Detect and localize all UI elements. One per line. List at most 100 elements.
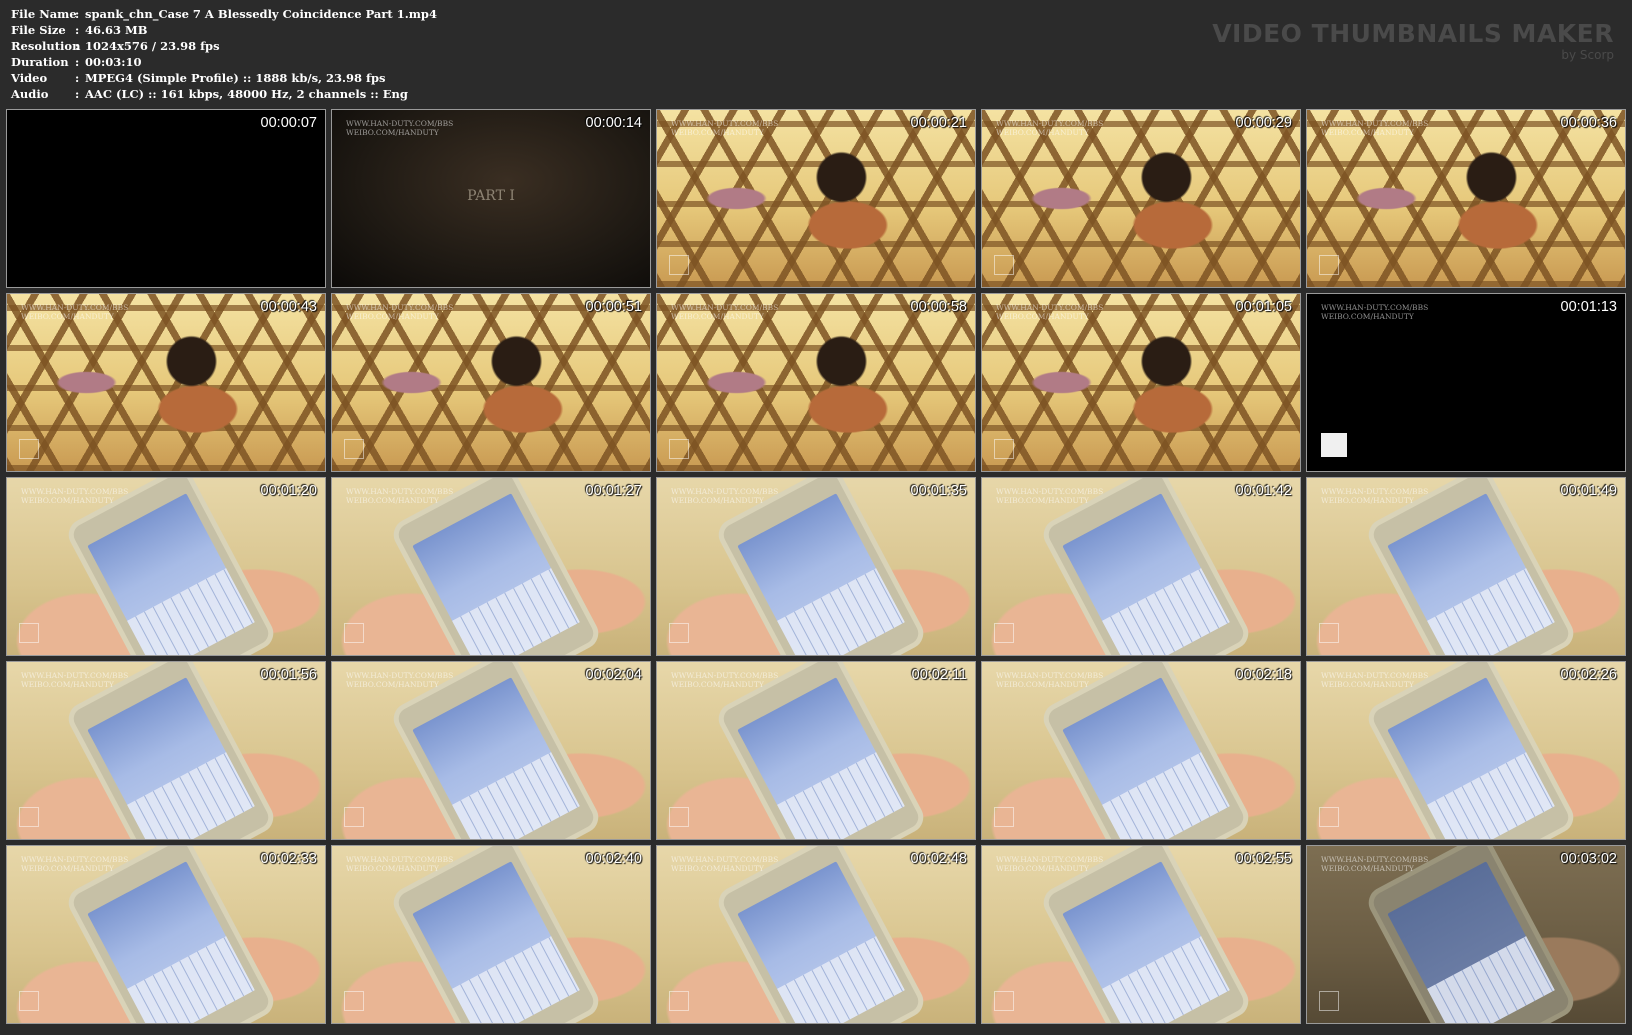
video-thumbnail: WWW.HAN-DUTY.COM/BBS WEIBO.COM/HANDUTY 00… <box>656 293 976 472</box>
watermark-stamp-icon <box>994 807 1014 827</box>
info-value: AAC (LC) :: 161 kbps, 48000 Hz, 2 channe… <box>85 87 408 101</box>
watermark-stamp-icon <box>669 807 689 827</box>
video-thumbnail: WWW.HAN-DUTY.COM/BBS WEIBO.COM/HANDUTY 00… <box>331 477 651 656</box>
phone-keyboard <box>1102 752 1230 839</box>
brand-logo: VIDEO THUMBNAILS MAKER by Scorp <box>1212 20 1614 63</box>
phone-keyboard <box>1427 936 1555 1023</box>
phone-screen <box>87 677 255 839</box>
video-thumbnail: WWW.HAN-DUTY.COM/BBS WEIBO.COM/HANDUTY 00… <box>1306 109 1626 288</box>
watermark-stamp-icon <box>1319 991 1339 1011</box>
video-thumbnail: WWW.HAN-DUTY.COM/BBS WEIBO.COM/HANDUTY 00… <box>6 845 326 1024</box>
video-thumbnail: WWW.HAN-DUTY.COM/BBS WEIBO.COM/HANDUTY 00… <box>981 109 1301 288</box>
video-thumbnail: WWW.HAN-DUTY.COM/BBS WEIBO.COM/HANDUTY 00… <box>981 661 1301 840</box>
watermark-text: WWW.HAN-DUTY.COM/BBS WEIBO.COM/HANDUTY <box>996 303 1104 321</box>
thumbnail-timestamp: 00:02:04 <box>585 667 642 683</box>
thumbnail-timestamp: 00:02:55 <box>1235 851 1292 867</box>
watermark-stamp-icon <box>669 439 689 459</box>
info-row-resolution: Resolution : 1024x576 / 23.98 fps <box>11 38 437 54</box>
video-thumbnail: WWW.HAN-DUTY.COM/BBS WEIBO.COM/HANDUTY 00… <box>331 845 651 1024</box>
phone-screen <box>412 861 580 1023</box>
watermark-text: WWW.HAN-DUTY.COM/BBS WEIBO.COM/HANDUTY <box>996 671 1104 689</box>
phone-keyboard <box>777 568 905 655</box>
watermark-text: WWW.HAN-DUTY.COM/BBS WEIBO.COM/HANDUTY <box>346 303 454 321</box>
thumbnail-timestamp: 00:00:14 <box>585 115 642 131</box>
phone-screen <box>737 861 905 1023</box>
video-thumbnail: WWW.HAN-DUTY.COM/BBS WEIBO.COM/HANDUTY 00… <box>656 109 976 288</box>
info-value: MPEG4 (Simple Profile) :: 1888 kb/s, 23.… <box>85 71 386 85</box>
watermark-stamp-icon <box>344 991 364 1011</box>
phone-screen <box>87 493 255 655</box>
info-value: 46.63 MB <box>85 23 148 37</box>
info-key: File Size <box>11 23 66 37</box>
watermark-text: WWW.HAN-DUTY.COM/BBS WEIBO.COM/HANDUTY <box>996 855 1104 873</box>
watermark-text: WWW.HAN-DUTY.COM/BBS WEIBO.COM/HANDUTY <box>346 855 454 873</box>
thumbnail-timestamp: 00:00:07 <box>260 115 317 131</box>
watermark-stamp-icon <box>669 991 689 1011</box>
info-separator: : <box>75 71 80 85</box>
info-separator: : <box>75 23 80 37</box>
watermark-stamp-icon <box>1321 433 1347 457</box>
watermark-stamp-icon <box>1319 623 1339 643</box>
watermark-stamp-icon <box>994 439 1014 459</box>
phone-keyboard <box>452 752 580 839</box>
thumbnail-timestamp: 00:00:29 <box>1235 115 1292 131</box>
phone-screen <box>412 493 580 655</box>
info-value: 00:03:10 <box>85 55 142 69</box>
phone-keyboard <box>452 936 580 1023</box>
watermark-text: WWW.HAN-DUTY.COM/BBS WEIBO.COM/HANDUTY <box>346 119 454 137</box>
watermark-text: WWW.HAN-DUTY.COM/BBS WEIBO.COM/HANDUTY <box>21 487 129 505</box>
watermark-text: WWW.HAN-DUTY.COM/BBS WEIBO.COM/HANDUTY <box>1321 855 1429 873</box>
thumbnail-timestamp: 00:02:48 <box>910 851 967 867</box>
phone-keyboard <box>1427 568 1555 655</box>
watermark-text: WWW.HAN-DUTY.COM/BBS WEIBO.COM/HANDUTY <box>346 671 454 689</box>
video-thumbnail: WWW.HAN-DUTY.COM/BBS WEIBO.COM/HANDUTY 00… <box>1306 661 1626 840</box>
thumbnail-timestamp: 00:02:11 <box>911 667 967 683</box>
thumbnail-timestamp: 00:00:36 <box>1560 115 1617 131</box>
watermark-stamp-icon <box>19 991 39 1011</box>
phone-keyboard <box>127 752 255 839</box>
info-separator: : <box>75 55 80 69</box>
thumbnail-timestamp: 00:03:02 <box>1560 851 1617 867</box>
watermark-text: WWW.HAN-DUTY.COM/BBS WEIBO.COM/HANDUTY <box>346 487 454 505</box>
info-key: File Name <box>11 7 77 21</box>
thumbnail-timestamp: 00:01:05 <box>1235 299 1292 315</box>
file-info-panel: File Name : spank_chn_Case 7 A Blessedly… <box>11 6 437 102</box>
watermark-text: WWW.HAN-DUTY.COM/BBS WEIBO.COM/HANDUTY <box>1321 303 1429 321</box>
phone-keyboard <box>777 752 905 839</box>
thumbnail-timestamp: 00:01:20 <box>260 483 317 499</box>
info-separator: : <box>75 87 80 101</box>
watermark-text: WWW.HAN-DUTY.COM/BBS WEIBO.COM/HANDUTY <box>671 671 779 689</box>
phone-keyboard <box>127 936 255 1023</box>
brand-subtitle: by Scorp <box>1561 48 1614 62</box>
watermark-stamp-icon <box>19 439 39 459</box>
watermark-text: WWW.HAN-DUTY.COM/BBS WEIBO.COM/HANDUTY <box>671 487 779 505</box>
thumbnail-timestamp: 00:00:21 <box>910 115 967 131</box>
phone-screen <box>1062 677 1230 839</box>
thumbnail-timestamp: 00:01:27 <box>585 483 642 499</box>
watermark-stamp-icon <box>994 991 1014 1011</box>
video-thumbnail: WWW.HAN-DUTY.COM/BBS WEIBO.COM/HANDUTY 00… <box>656 477 976 656</box>
thumbnail-grid: 00:00:07 WWW.HAN-DUTY.COM/BBS WEIBO.COM/H… <box>6 109 1626 1024</box>
phone-screen <box>1387 861 1555 1023</box>
watermark-text: WWW.HAN-DUTY.COM/BBS WEIBO.COM/HANDUTY <box>996 487 1104 505</box>
phone-keyboard <box>1102 936 1230 1023</box>
watermark-text: WWW.HAN-DUTY.COM/BBS WEIBO.COM/HANDUTY <box>671 303 779 321</box>
video-thumbnail: WWW.HAN-DUTY.COM/BBS WEIBO.COM/HANDUTY 00… <box>6 293 326 472</box>
watermark-text: WWW.HAN-DUTY.COM/BBS WEIBO.COM/HANDUTY <box>996 119 1104 137</box>
video-thumbnail: WWW.HAN-DUTY.COM/BBS WEIBO.COM/HANDUTY 00… <box>1306 293 1626 472</box>
watermark-stamp-icon <box>344 807 364 827</box>
info-separator: : <box>75 7 80 21</box>
watermark-text: WWW.HAN-DUTY.COM/BBS WEIBO.COM/HANDUTY <box>1321 671 1429 689</box>
phone-screen <box>87 861 255 1023</box>
thumbnail-timestamp: 00:02:33 <box>260 851 317 867</box>
watermark-stamp-icon <box>19 623 39 643</box>
video-thumbnail: WWW.HAN-DUTY.COM/BBS WEIBO.COM/HANDUTY 00… <box>981 293 1301 472</box>
info-row-audio: Audio : AAC (LC) :: 161 kbps, 48000 Hz, … <box>11 86 437 102</box>
phone-screen <box>1062 493 1230 655</box>
phone-keyboard <box>1102 568 1230 655</box>
watermark-stamp-icon <box>19 807 39 827</box>
phone-screen <box>737 493 905 655</box>
watermark-text: WWW.HAN-DUTY.COM/BBS WEIBO.COM/HANDUTY <box>21 855 129 873</box>
info-row-file-size: File Size : 46.63 MB <box>11 22 437 38</box>
thumbnail-caption: PART I <box>467 188 515 204</box>
